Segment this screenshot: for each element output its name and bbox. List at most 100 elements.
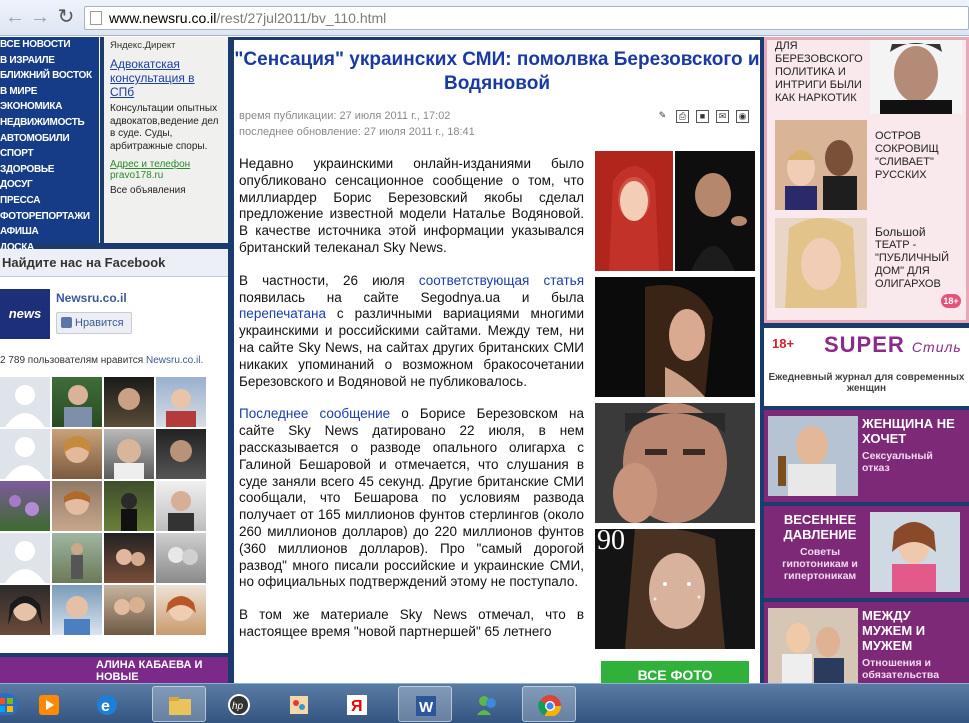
file-explorer-button[interactable] xyxy=(152,686,206,722)
text-span: появилась на сайте Segodnya.ua и была xyxy=(239,289,584,305)
fan-avatar[interactable] xyxy=(156,585,206,635)
nav-item[interactable]: Фоторепортажи xyxy=(0,209,99,225)
nav-item[interactable]: Экономика xyxy=(0,99,99,115)
nav-item[interactable]: Пресса xyxy=(0,193,99,209)
hp-button[interactable]: hp xyxy=(212,686,266,722)
fan-avatar[interactable] xyxy=(156,377,206,427)
nav-item[interactable]: Все новости xyxy=(0,37,99,53)
svg-text:hp: hp xyxy=(232,701,244,712)
fan-avatar[interactable] xyxy=(0,585,50,635)
fan-avatar[interactable] xyxy=(104,377,154,427)
related-article-link[interactable]: соответствующая статья xyxy=(419,273,584,288)
fan-avatar[interactable] xyxy=(156,481,206,531)
print-icon[interactable]: ⎙ xyxy=(676,110,689,123)
address-bar[interactable]: www.newsru.co.il/rest/27jul2011/bv_110.h… xyxy=(84,6,969,30)
nav-item[interactable]: Спорт xyxy=(0,146,99,162)
messenger-button[interactable] xyxy=(460,686,514,722)
start-button[interactable] xyxy=(0,686,18,722)
fan-avatar[interactable] xyxy=(52,533,102,583)
fan-avatar[interactable] xyxy=(0,429,50,479)
fan-avatar[interactable] xyxy=(52,429,102,479)
like-button[interactable]: Нравится xyxy=(56,312,132,334)
related-text[interactable]: Большой театр - "публичный дом" для олиг… xyxy=(875,226,965,291)
related-text-big: Большой xyxy=(875,225,926,239)
ad-title: ЖЕНЩИНА НЕ ХОЧЕТ xyxy=(862,416,955,446)
edit-icon[interactable]: ✎ xyxy=(656,110,669,123)
chrome-button[interactable] xyxy=(522,686,576,722)
url-path: /rest/27jul2011/bv_110.html xyxy=(216,10,387,26)
newsru-logo[interactable]: news xyxy=(0,289,50,339)
nav-item[interactable]: Ближний Восток xyxy=(0,68,99,84)
reprint-link[interactable]: перепечатана xyxy=(239,306,326,321)
paint-button[interactable] xyxy=(272,686,326,722)
related-photo xyxy=(880,43,952,114)
taskbar: e hp Я W xyxy=(0,683,969,723)
paragraph: Последнее сообщение о Борисе Березовском… xyxy=(239,406,584,591)
email-icon[interactable]: ✉ xyxy=(716,110,729,123)
related-item[interactable]: Остров Сокровищ "сливает" русских xyxy=(775,120,965,210)
paragraph: В частности, 26 июля соответствующая ста… xyxy=(239,273,584,391)
save-icon[interactable]: ■ xyxy=(696,110,709,123)
last-message-link[interactable]: Последнее сообщение xyxy=(239,406,390,421)
ad-subtitle: Сексуальный отказ xyxy=(862,450,933,474)
related-text[interactable]: Остров Сокровищ "сливает" русских xyxy=(875,130,965,182)
ad-between-husbands[interactable]: МЕЖДУ МУЖЕМ И МУЖЕМ Отношения и обязатель… xyxy=(764,602,969,683)
fan-avatar[interactable] xyxy=(0,377,50,427)
internet-explorer-button[interactable]: e xyxy=(80,686,134,722)
ad-text: ЖЕНЩИНА НЕ ХОЧЕТ Сексуальный отказ xyxy=(862,416,962,474)
media-player-button[interactable] xyxy=(22,686,76,722)
ad-spring-pressure[interactable]: ВЕСЕННЕЕ ДАВЛЕНИЕ Советы гипотоникам и ги… xyxy=(764,506,969,598)
article-photo-vodianova[interactable] xyxy=(595,277,755,397)
fan-avatar[interactable] xyxy=(104,585,154,635)
related-text[interactable]: Для Березовского политика и интриги были… xyxy=(775,40,867,105)
forward-arrow-icon[interactable]: → xyxy=(29,6,51,28)
nav-item[interactable]: В мире xyxy=(0,84,99,100)
related-text-rest: театр - "публичный дом" для олигархов xyxy=(875,239,950,290)
fan-avatar[interactable] xyxy=(52,377,102,427)
article-photo-couple[interactable] xyxy=(595,151,755,271)
kabaeva-promo-banner[interactable]: АЛИНА КАБАЕВА И НОВЫЕ xyxy=(0,657,228,683)
reload-icon[interactable]: ↻ xyxy=(55,6,77,28)
nav-item[interactable]: Недвижимость xyxy=(0,115,99,131)
direct-site[interactable]: pravo178.ru xyxy=(110,170,222,181)
fan-avatar[interactable] xyxy=(104,481,154,531)
facebook-page-name[interactable]: Newsru.co.il xyxy=(56,291,127,305)
article-photo-model[interactable]: 90 xyxy=(595,529,755,649)
fan-avatar[interactable] xyxy=(156,533,206,583)
direct-title[interactable]: Яндекс.Директ xyxy=(110,40,222,51)
fan-avatar[interactable] xyxy=(104,429,154,479)
fan-avatar[interactable] xyxy=(156,429,206,479)
yandex-button[interactable]: Я xyxy=(330,686,384,722)
super-stil-ad[interactable]: 18+ SUPER Стиль Ежедневный журнал для со… xyxy=(764,328,969,406)
nav-item[interactable]: В Израиле xyxy=(0,53,99,69)
direct-ad-link[interactable]: Адвокатская консультация в СПб xyxy=(110,57,222,99)
fan-avatar[interactable] xyxy=(52,481,102,531)
like-count-link[interactable]: Newsru.co.il. xyxy=(146,355,203,366)
fan-avatar[interactable] xyxy=(52,585,102,635)
hp-icon: hp xyxy=(228,694,250,715)
messenger-icon xyxy=(477,696,496,715)
related-item[interactable]: Большой театр - "публичный дом" для олиг… xyxy=(775,218,965,308)
fan-avatar[interactable] xyxy=(0,533,50,583)
ad-subtitle: Отношения и обязательства xyxy=(862,657,940,681)
related-image xyxy=(775,218,867,308)
nav-item[interactable]: Автомобили xyxy=(0,131,99,147)
article-photo-berezovsky[interactable] xyxy=(595,403,755,523)
direct-all-ads-link[interactable]: Все объявления xyxy=(110,185,222,196)
photo-overlay-number: 90 xyxy=(597,529,625,556)
word-button[interactable]: W xyxy=(398,686,452,722)
fan-avatar[interactable] xyxy=(104,533,154,583)
direct-ad-text: Консультации опытных адвокатов,ведение д… xyxy=(110,103,219,152)
camera-icon[interactable]: ◉ xyxy=(736,110,749,123)
nav-item[interactable]: Афиша xyxy=(0,224,99,240)
nav-item[interactable]: Досуг xyxy=(0,177,99,193)
ad-woman-refuses[interactable]: ЖЕНЩИНА НЕ ХОЧЕТ Сексуальный отказ xyxy=(764,410,969,502)
page-icon xyxy=(90,11,102,25)
related-item[interactable]: Для Березовского политика и интриги были… xyxy=(775,40,965,114)
fan-avatar[interactable] xyxy=(0,481,50,531)
super-logo: SUPER Стиль xyxy=(824,332,962,358)
direct-address-link[interactable]: Адрес и телефон xyxy=(110,159,222,170)
nav-item[interactable]: Здоровье xyxy=(0,162,99,178)
all-photos-button[interactable]: ВСЕ ФОТО xyxy=(601,661,749,683)
back-arrow-icon[interactable]: ← xyxy=(4,6,26,28)
